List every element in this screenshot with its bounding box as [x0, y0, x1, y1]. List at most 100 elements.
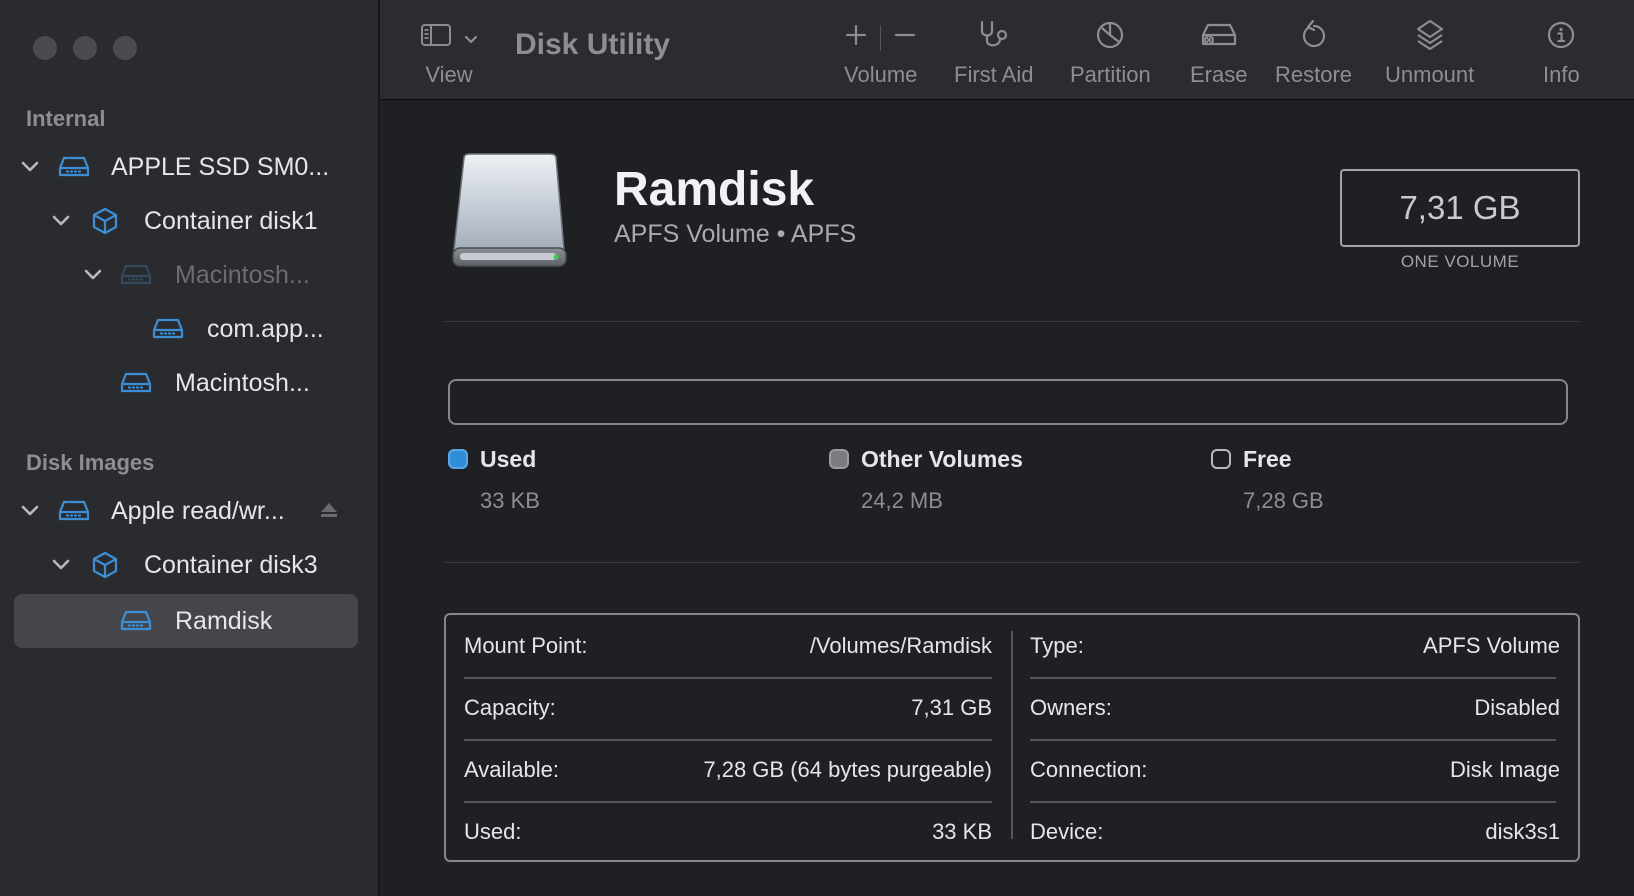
info-value: APFS Volume — [1423, 633, 1560, 658]
sidebar-item-apple-disk-image[interactable]: Apple read/wr... — [14, 484, 358, 538]
sidebar-item-label: Container disk3 — [144, 550, 318, 579]
usage-bar — [448, 379, 1568, 425]
info-value: 33 KB — [932, 819, 992, 844]
sidebar-item-label: Macintosh... — [175, 368, 310, 397]
capacity-caption: ONE VOLUME — [1400, 252, 1520, 271]
used-swatch — [448, 449, 468, 469]
capacity-box: 7,31 GB — [1340, 169, 1580, 247]
sidebar-item-com-app[interactable]: com.app... — [14, 302, 358, 356]
container-cube-icon — [86, 206, 124, 236]
view-button[interactable]: View — [420, 18, 478, 88]
erase-button[interactable]: Erase — [1190, 18, 1247, 88]
info-value: disk3s1 — [1485, 819, 1560, 844]
sidebar-item-label: Ramdisk — [175, 606, 273, 635]
info-row-used: Used: 33 KB — [464, 801, 992, 863]
other-volumes-swatch — [829, 449, 849, 469]
volume-label: Volume — [844, 62, 918, 87]
info-value: 7,31 GB — [911, 695, 992, 720]
close-window-button[interactable] — [33, 36, 57, 60]
restore-button[interactable]: Restore — [1275, 18, 1352, 88]
info-key: Device: — [1030, 819, 1104, 844]
info-icon — [1547, 21, 1575, 55]
partition-button[interactable]: Partition — [1070, 18, 1151, 88]
info-key: Connection: — [1030, 757, 1148, 782]
external-drive-icon — [450, 150, 570, 277]
sidebar-item-label: Apple read/wr... — [111, 496, 285, 525]
info-key: Available: — [464, 757, 559, 782]
plus-icon[interactable] — [844, 23, 868, 53]
sidebar-item-label: com.app... — [207, 314, 324, 343]
minus-icon[interactable] — [893, 23, 917, 53]
info-value: Disabled — [1474, 695, 1560, 720]
free-value: 7,28 GB — [1243, 488, 1324, 513]
sidebar-item-container-disk1[interactable]: Container disk1 — [14, 194, 358, 248]
info-key: Capacity: — [464, 695, 556, 720]
volume-disk-icon — [117, 260, 155, 290]
chevron-down-icon[interactable] — [19, 500, 41, 522]
sidebar-section-internal: Internal — [26, 106, 106, 131]
divider — [444, 321, 1580, 322]
chevron-down-icon[interactable] — [82, 264, 104, 286]
info-column-left: Mount Point: /Volumes/Ramdisk Capacity: … — [464, 615, 992, 860]
partition-label: Partition — [1070, 62, 1151, 87]
erase-disk-icon — [1200, 22, 1238, 54]
sidebar-item-macintosh-hd-snapshot[interactable]: Macintosh... — [14, 248, 358, 302]
eject-icon[interactable] — [319, 498, 339, 527]
sidebar-item-apple-ssd[interactable]: APPLE SSD SM0... — [14, 140, 358, 194]
main-pane: View Disk Utility Volume First Aid Parti… — [380, 0, 1634, 896]
first-aid-button[interactable]: First Aid — [954, 18, 1033, 88]
toolbar: View Disk Utility Volume First Aid Parti… — [380, 0, 1634, 100]
info-button[interactable]: Info — [1543, 18, 1580, 88]
first-aid-label: First Aid — [954, 62, 1034, 87]
unmount-button[interactable]: Unmount — [1385, 18, 1474, 88]
sidebar-item-container-disk3[interactable]: Container disk3 — [14, 538, 358, 592]
volume-disk-icon — [149, 314, 187, 344]
pie-chart-icon — [1095, 20, 1125, 56]
divider — [880, 25, 882, 51]
info-column-right: Type: APFS Volume Owners: Disabled Conne… — [1030, 615, 1560, 860]
stethoscope-icon — [976, 19, 1012, 57]
info-key: Used: — [464, 819, 522, 844]
restore-label: Restore — [1275, 62, 1353, 87]
chevron-down-icon — [464, 25, 478, 51]
info-row-connection: Connection: Disk Image — [1030, 739, 1560, 801]
free-swatch — [1211, 449, 1231, 469]
disk-utility-window: Internal APPLE SSD SM0... Container disk… — [0, 0, 1634, 896]
volume-button[interactable]: Volume — [844, 18, 917, 88]
window-controls — [33, 36, 137, 60]
used-value: 33 KB — [480, 488, 540, 513]
sidebar: Internal APPLE SSD SM0... Container disk… — [0, 0, 379, 896]
info-value: /Volumes/Ramdisk — [809, 633, 992, 658]
app-title: Disk Utility — [515, 28, 671, 61]
column-divider — [1011, 631, 1013, 839]
chevron-down-icon[interactable] — [50, 554, 72, 576]
info-row-mount-point: Mount Point: /Volumes/Ramdisk — [464, 615, 992, 677]
other-volumes-label: Other Volumes — [861, 446, 1023, 472]
info-key: Type: — [1030, 633, 1084, 658]
info-row-capacity: Capacity: 7,31 GB — [464, 677, 992, 739]
sidebar-item-macintosh-hd-data[interactable]: Macintosh... — [14, 356, 358, 410]
zoom-window-button[interactable] — [113, 36, 137, 60]
info-key: Mount Point: — [464, 633, 588, 658]
info-row-device: Device: disk3s1 — [1030, 801, 1560, 863]
volume-subtitle: APFS Volume • APFS — [614, 220, 857, 248]
disk-image-icon — [55, 496, 93, 526]
sidebar-toggle-icon — [420, 23, 452, 53]
info-value: Disk Image — [1449, 757, 1560, 782]
container-cube-icon — [86, 550, 124, 580]
chevron-down-icon[interactable] — [19, 156, 41, 178]
info-row-type: Type: APFS Volume — [1030, 615, 1560, 677]
info-row-owners: Owners: Disabled — [1030, 677, 1560, 739]
free-label: Free — [1243, 446, 1292, 472]
chevron-down-icon[interactable] — [50, 210, 72, 232]
unmount-label: Unmount — [1385, 62, 1475, 87]
volume-name: Ramdisk — [614, 163, 815, 216]
info-value: 7,28 GB (64 bytes purgeable) — [703, 757, 992, 782]
sidebar-item-label: Macintosh... — [175, 260, 310, 289]
restore-arrow-icon — [1300, 19, 1328, 56]
sidebar-item-ramdisk[interactable]: Ramdisk — [14, 594, 358, 648]
info-key: Owners: — [1030, 695, 1112, 720]
internal-disk-icon — [55, 152, 93, 182]
minimize-window-button[interactable] — [73, 36, 97, 60]
info-row-available: Available: 7,28 GB (64 bytes purgeable) — [464, 739, 992, 801]
